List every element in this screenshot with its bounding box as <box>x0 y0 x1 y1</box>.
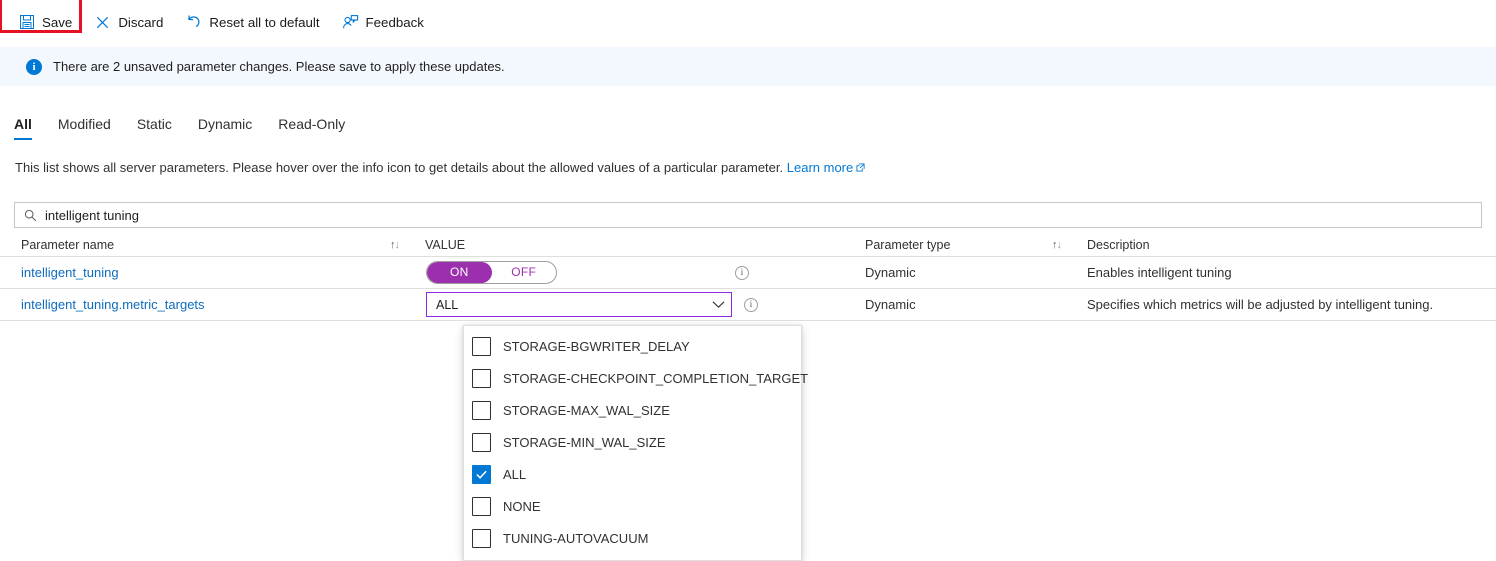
cell-parameter-type: Dynamic <box>865 297 1087 312</box>
tab-static-label: Static <box>137 116 172 132</box>
dropdown-option-storage-bgwriter-delay[interactable]: STORAGE-BGWRITER_DELAY <box>464 330 801 362</box>
tab-all[interactable]: All <box>14 112 45 142</box>
dropdown-option-tuning-autovacuum[interactable]: TUNING-AUTOVACUUM <box>464 522 801 554</box>
metric-targets-dropdown-value: ALL <box>436 298 712 312</box>
dropdown-option-label: STORAGE-MIN_WAL_SIZE <box>503 435 666 450</box>
checkbox-icon[interactable] <box>472 529 491 548</box>
info-icon[interactable]: i <box>744 298 758 312</box>
toggle-off-segment[interactable]: OFF <box>492 262 557 283</box>
external-link-icon <box>856 160 865 169</box>
save-button-label: Save <box>42 14 72 31</box>
search-icon <box>23 208 37 222</box>
feedback-button-label: Feedback <box>366 14 424 31</box>
banner-text: There are 2 unsaved parameter changes. P… <box>53 59 505 74</box>
column-header-value-label: VALUE <box>425 238 465 252</box>
cell-parameter-name: intelligent_tuning.metric_targets <box>21 297 425 312</box>
parameters-table: Parameter name ↑↓ VALUE Parameter type ↑… <box>0 233 1496 321</box>
checkbox-icon[interactable] <box>472 465 491 484</box>
page-description: This list shows all server parameters. P… <box>15 160 865 175</box>
dropdown-option-label: NONE <box>503 499 541 514</box>
unsaved-changes-banner: i There are 2 unsaved parameter changes.… <box>0 47 1496 86</box>
checkbox-icon[interactable] <box>472 337 491 356</box>
dropdown-option-storage-min-wal-size[interactable]: STORAGE-MIN_WAL_SIZE <box>464 426 801 458</box>
cell-description: Specifies which metrics will be adjusted… <box>1087 297 1457 312</box>
dropdown-option-label: TUNING-AUTOVACUUM <box>503 531 648 546</box>
parameter-link-intelligent-tuning[interactable]: intelligent_tuning <box>21 265 119 280</box>
info-icon: i <box>26 59 42 75</box>
info-icon[interactable]: i <box>735 266 749 280</box>
parameter-description-value: Enables intelligent tuning <box>1087 265 1232 280</box>
learn-more-link[interactable]: Learn more <box>787 160 853 175</box>
checkbox-icon[interactable] <box>472 433 491 452</box>
dropdown-option-label: STORAGE-CHECKPOINT_COMPLETION_TARGET <box>503 371 808 386</box>
cell-description: Enables intelligent tuning <box>1087 265 1457 280</box>
tab-read-only[interactable]: Read-Only <box>265 112 358 142</box>
discard-button-label: Discard <box>118 14 163 31</box>
dropdown-option-storage-checkpoint-completion-target[interactable]: STORAGE-CHECKPOINT_COMPLETION_TARGET <box>464 362 801 394</box>
cell-parameter-name: intelligent_tuning <box>21 265 425 280</box>
close-icon <box>94 14 111 31</box>
parameter-type-value: Dynamic <box>865 265 916 280</box>
column-header-parameter-type[interactable]: Parameter type ↑↓ <box>865 238 1087 252</box>
parameter-filter-tabs: All Modified Static Dynamic Read-Only <box>14 112 358 142</box>
column-header-description[interactable]: Description <box>1087 238 1457 252</box>
search-input[interactable] <box>45 208 1430 223</box>
chevron-down-icon[interactable] <box>712 300 725 309</box>
save-button-wrapper: Save <box>8 7 82 37</box>
table-header-row: Parameter name ↑↓ VALUE Parameter type ↑… <box>0 233 1496 257</box>
parameter-type-value: Dynamic <box>865 297 916 312</box>
dropdown-option-label: STORAGE-BGWRITER_DELAY <box>503 339 690 354</box>
metric-targets-dropdown-panel: STORAGE-BGWRITER_DELAY STORAGE-CHECKPOIN… <box>463 325 802 561</box>
feedback-button[interactable]: Feedback <box>332 7 434 37</box>
save-button[interactable]: Save <box>8 7 82 37</box>
page-description-text: This list shows all server parameters. P… <box>15 160 783 175</box>
tab-read-only-label: Read-Only <box>278 116 345 132</box>
parameter-link-intelligent-tuning-metric-targets[interactable]: intelligent_tuning.metric_targets <box>21 297 205 312</box>
dropdown-option-label: STORAGE-MAX_WAL_SIZE <box>503 403 670 418</box>
tab-modified-label: Modified <box>58 116 111 132</box>
column-header-parameter-name-label: Parameter name <box>21 238 114 252</box>
reset-all-to-default-button[interactable]: Reset all to default <box>175 7 329 37</box>
column-header-description-label: Description <box>1087 238 1150 252</box>
column-header-parameter-name[interactable]: Parameter name ↑↓ <box>21 238 425 252</box>
tab-dynamic-label: Dynamic <box>198 116 252 132</box>
feedback-person-icon <box>342 14 359 31</box>
column-header-parameter-type-label: Parameter type <box>865 238 950 252</box>
intelligent-tuning-toggle[interactable]: ON OFF <box>426 261 557 284</box>
command-bar: Save Discard Reset all to default <box>0 0 1496 44</box>
save-icon <box>18 14 35 31</box>
discard-button[interactable]: Discard <box>84 7 173 37</box>
table-row: intelligent_tuning ON OFF i Dynamic Enab… <box>0 257 1496 289</box>
dropdown-option-storage-max-wal-size[interactable]: STORAGE-MAX_WAL_SIZE <box>464 394 801 426</box>
checkbox-icon[interactable] <box>472 497 491 516</box>
cell-parameter-type: Dynamic <box>865 265 1087 280</box>
cell-value: ON OFF i <box>425 261 865 284</box>
parameter-description-value: Specifies which metrics will be adjusted… <box>1087 297 1433 312</box>
cell-value: ALL i <box>425 292 865 317</box>
tab-static[interactable]: Static <box>124 112 185 142</box>
dropdown-option-all[interactable]: ALL <box>464 458 801 490</box>
toggle-on-segment[interactable]: ON <box>427 262 492 283</box>
tab-modified[interactable]: Modified <box>45 112 124 142</box>
undo-icon <box>185 14 202 31</box>
metric-targets-dropdown[interactable]: ALL <box>426 292 732 317</box>
table-row: intelligent_tuning.metric_targets ALL i … <box>0 289 1496 321</box>
reset-all-to-default-button-label: Reset all to default <box>209 14 319 31</box>
dropdown-option-label: ALL <box>503 467 526 482</box>
column-header-value[interactable]: VALUE <box>425 238 865 252</box>
dropdown-option-none[interactable]: NONE <box>464 490 801 522</box>
checkbox-icon[interactable] <box>472 369 491 388</box>
sort-ascending-descending-icon[interactable]: ↑↓ <box>390 239 399 251</box>
sort-ascending-descending-icon[interactable]: ↑↓ <box>1052 239 1061 251</box>
tab-all-label: All <box>14 116 32 132</box>
tab-dynamic[interactable]: Dynamic <box>185 112 265 142</box>
search-box[interactable] <box>14 202 1482 228</box>
checkbox-icon[interactable] <box>472 401 491 420</box>
